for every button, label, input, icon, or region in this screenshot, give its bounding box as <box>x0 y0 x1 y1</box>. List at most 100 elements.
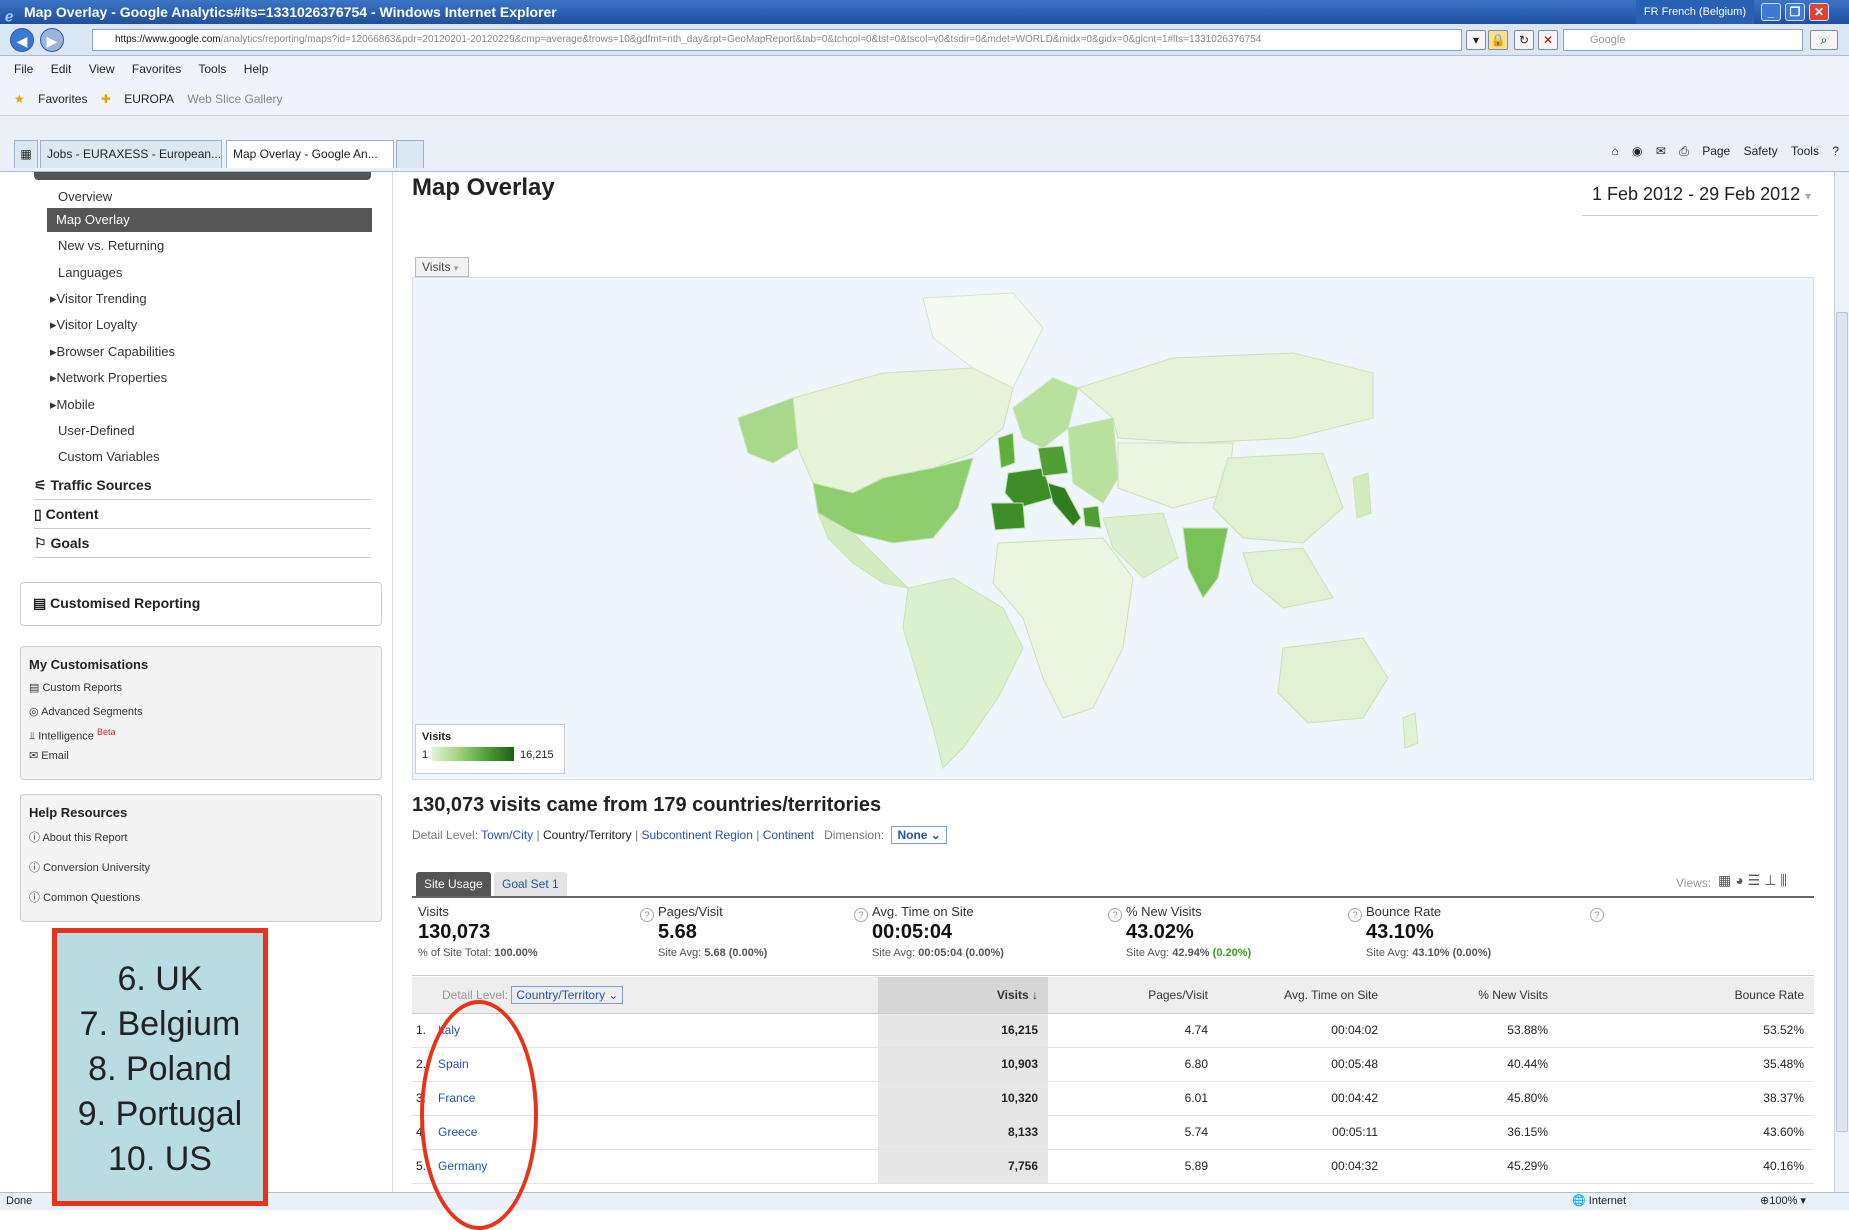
tab-site-usage[interactable]: Site Usage <box>416 872 491 896</box>
sidebar-section-goals[interactable]: ⚐ Goals <box>34 535 89 552</box>
intelligence-link[interactable]: ⫫ Intelligence Beta <box>29 727 115 744</box>
sidebar-item-visitor-loyalty[interactable]: ▸Visitor Loyalty <box>50 317 137 333</box>
dimension-dropdown[interactable]: None ⌄ <box>891 826 947 844</box>
detail-continent[interactable]: Continent <box>763 828 814 842</box>
map-region-alaska[interactable] <box>737 397 799 464</box>
sidebar-item-user-defined[interactable]: User-Defined <box>58 423 135 438</box>
map-region-italy[interactable] <box>1047 482 1082 527</box>
menu-view[interactable]: View <box>89 62 115 76</box>
language-indicator[interactable]: FR French (Belgium) <box>1635 0 1754 24</box>
map-region-scandinavia[interactable] <box>1012 377 1079 449</box>
advanced-segments-link[interactable]: ◎ Advanced Segments <box>29 705 143 718</box>
tools-menu[interactable]: Tools <box>1791 144 1819 158</box>
map-region-south-america[interactable] <box>902 577 1024 769</box>
menu-favorites[interactable]: Favorites <box>132 62 181 76</box>
help-icon[interactable]: ? <box>1832 144 1839 158</box>
menu-file[interactable]: File <box>14 62 33 76</box>
sidebar-item-languages[interactable]: Languages <box>58 265 122 280</box>
col-pages-visit[interactable]: Pages/Visit <box>1048 977 1218 1014</box>
new-tab-button[interactable] <box>396 140 424 168</box>
detail-subcontinent-region[interactable]: Subcontinent Region <box>641 828 752 842</box>
tab-euraxess[interactable]: Jobs - EURAXESS - European... <box>40 140 222 168</box>
map-region-india[interactable] <box>1182 527 1229 599</box>
customised-reporting-link[interactable]: ▤ Customised Reporting <box>33 595 200 612</box>
detail-country-territory[interactable]: Country/Territory <box>543 828 632 842</box>
help-icon[interactable]: ? <box>640 908 654 922</box>
sidebar-item-mobile[interactable]: ▸Mobile <box>50 397 95 413</box>
page-menu[interactable]: Page <box>1702 144 1730 158</box>
scrollbar-thumb[interactable] <box>1836 312 1848 1132</box>
sidebar-section-content[interactable]: ▯ Content <box>34 506 99 523</box>
safety-menu[interactable]: Safety <box>1744 144 1778 158</box>
address-field[interactable]: https://www.google.com/analytics/reporti… <box>92 29 1462 51</box>
sidebar-item-map-overlay[interactable]: Map Overlay <box>47 208 372 232</box>
menu-edit[interactable]: Edit <box>51 62 72 76</box>
map-metric-dropdown[interactable]: Visits ▾ <box>415 257 469 277</box>
zoom-control[interactable]: ⊕100% ▾ <box>1760 1193 1806 1209</box>
map-region-australia[interactable] <box>1277 637 1389 724</box>
help-icon[interactable]: ? <box>1108 908 1122 922</box>
feeds-icon[interactable]: ◉ <box>1632 144 1642 158</box>
back-button[interactable]: ◀ <box>10 28 34 52</box>
view-switcher[interactable]: ▦◕☰⊥⫼ <box>1718 872 1791 889</box>
menu-tools[interactable]: Tools <box>198 62 226 76</box>
map-region-southeast-asia[interactable] <box>1242 547 1334 609</box>
map-region-eastern-europe[interactable] <box>1067 417 1119 504</box>
map-region-japan[interactable] <box>1352 472 1372 519</box>
sidebar-section-traffic-sources[interactable]: ⚟ Traffic Sources <box>34 477 152 494</box>
forward-button[interactable]: ▶ <box>40 28 64 52</box>
stop-icon[interactable]: ✕ <box>1538 30 1558 50</box>
tab-goal-set-1[interactable]: Goal Set 1 <box>494 872 567 896</box>
conversion-university-link[interactable]: ⓘ Conversion University <box>29 859 150 875</box>
map-region-russia[interactable] <box>1076 352 1374 444</box>
map-region-spain[interactable] <box>990 502 1026 531</box>
close-window-button[interactable]: ✕ <box>1809 3 1829 21</box>
email-link[interactable]: ✉ Email <box>29 749 69 762</box>
quick-tabs-icon[interactable]: ▦ <box>14 140 38 168</box>
menu-help[interactable]: Help <box>244 62 269 76</box>
map-region-uk[interactable] <box>997 432 1016 469</box>
help-icon[interactable]: ? <box>1590 908 1604 922</box>
vertical-scrollbar[interactable] <box>1834 172 1849 1192</box>
sidebar-item-browser-capabilities[interactable]: ▸Browser Capabilities <box>50 344 175 360</box>
common-questions-link[interactable]: ⓘ Common Questions <box>29 889 140 905</box>
col-new-visits[interactable]: % New Visits <box>1388 977 1558 1014</box>
sidebar-item-new-vs-returning[interactable]: New vs. Returning <box>58 238 164 253</box>
map-region-new-zealand[interactable] <box>1402 712 1419 749</box>
refresh-icon[interactable]: ↻ <box>1514 30 1534 50</box>
tab-map-overlay[interactable]: Map Overlay - Google An... <box>226 140 394 168</box>
sidebar-item-overview[interactable]: Overview <box>58 189 112 204</box>
date-range-picker[interactable]: 1 Feb 2012 - 29 Feb 2012 ▾ <box>1582 176 1818 216</box>
map-region-china[interactable] <box>1212 452 1344 544</box>
sidebar-item-network-properties[interactable]: ▸Network Properties <box>50 370 167 386</box>
print-icon[interactable]: ⎙ <box>1679 144 1689 158</box>
map-region-germany[interactable] <box>1037 445 1069 477</box>
sidebar-item-custom-variables[interactable]: Custom Variables <box>58 449 160 464</box>
map-region-greece[interactable] <box>1082 505 1102 529</box>
world-map[interactable] <box>412 277 1814 780</box>
col-bounce-rate[interactable]: Bounce Rate <box>1558 977 1814 1014</box>
restore-button[interactable]: ❐ <box>1785 3 1805 21</box>
col-avg-time[interactable]: Avg. Time on Site <box>1218 977 1388 1014</box>
about-report-link[interactable]: ⓘ About this Report <box>29 829 127 845</box>
search-input[interactable]: Google <box>1563 29 1803 51</box>
home-icon[interactable]: ⌂ <box>1611 144 1618 158</box>
col-visits[interactable]: Visits ↓ <box>878 977 1048 1014</box>
dropdown-icon[interactable]: ▾ <box>1466 30 1486 50</box>
mail-icon[interactable]: ✉ <box>1656 144 1666 158</box>
favorites-button[interactable]: Favorites <box>38 92 87 106</box>
favorite-europa[interactable]: EUROPA <box>124 92 174 106</box>
custom-reports-link[interactable]: ▤ Custom Reports <box>29 681 122 694</box>
add-favorite-icon[interactable]: ✚ <box>101 92 111 106</box>
lock-icon[interactable]: 🔒 <box>1488 30 1508 50</box>
search-icon[interactable]: ⌕ <box>1810 30 1838 50</box>
detail-town-city[interactable]: Town/City <box>481 828 533 842</box>
help-icon[interactable]: ? <box>1348 908 1362 922</box>
help-icon[interactable]: ? <box>854 908 868 922</box>
sidebar-item-visitor-trending[interactable]: ▸Visitor Trending <box>50 291 147 307</box>
favorite-web-slice-gallery[interactable]: Web Slice Gallery <box>187 92 282 106</box>
table-detail-dropdown[interactable]: Country/Territory ⌄ <box>511 985 624 1004</box>
map-region-africa[interactable] <box>992 537 1134 719</box>
minimize-button[interactable]: _ <box>1761 3 1781 21</box>
customised-reporting-box[interactable]: ▤ Customised Reporting <box>20 582 382 626</box>
